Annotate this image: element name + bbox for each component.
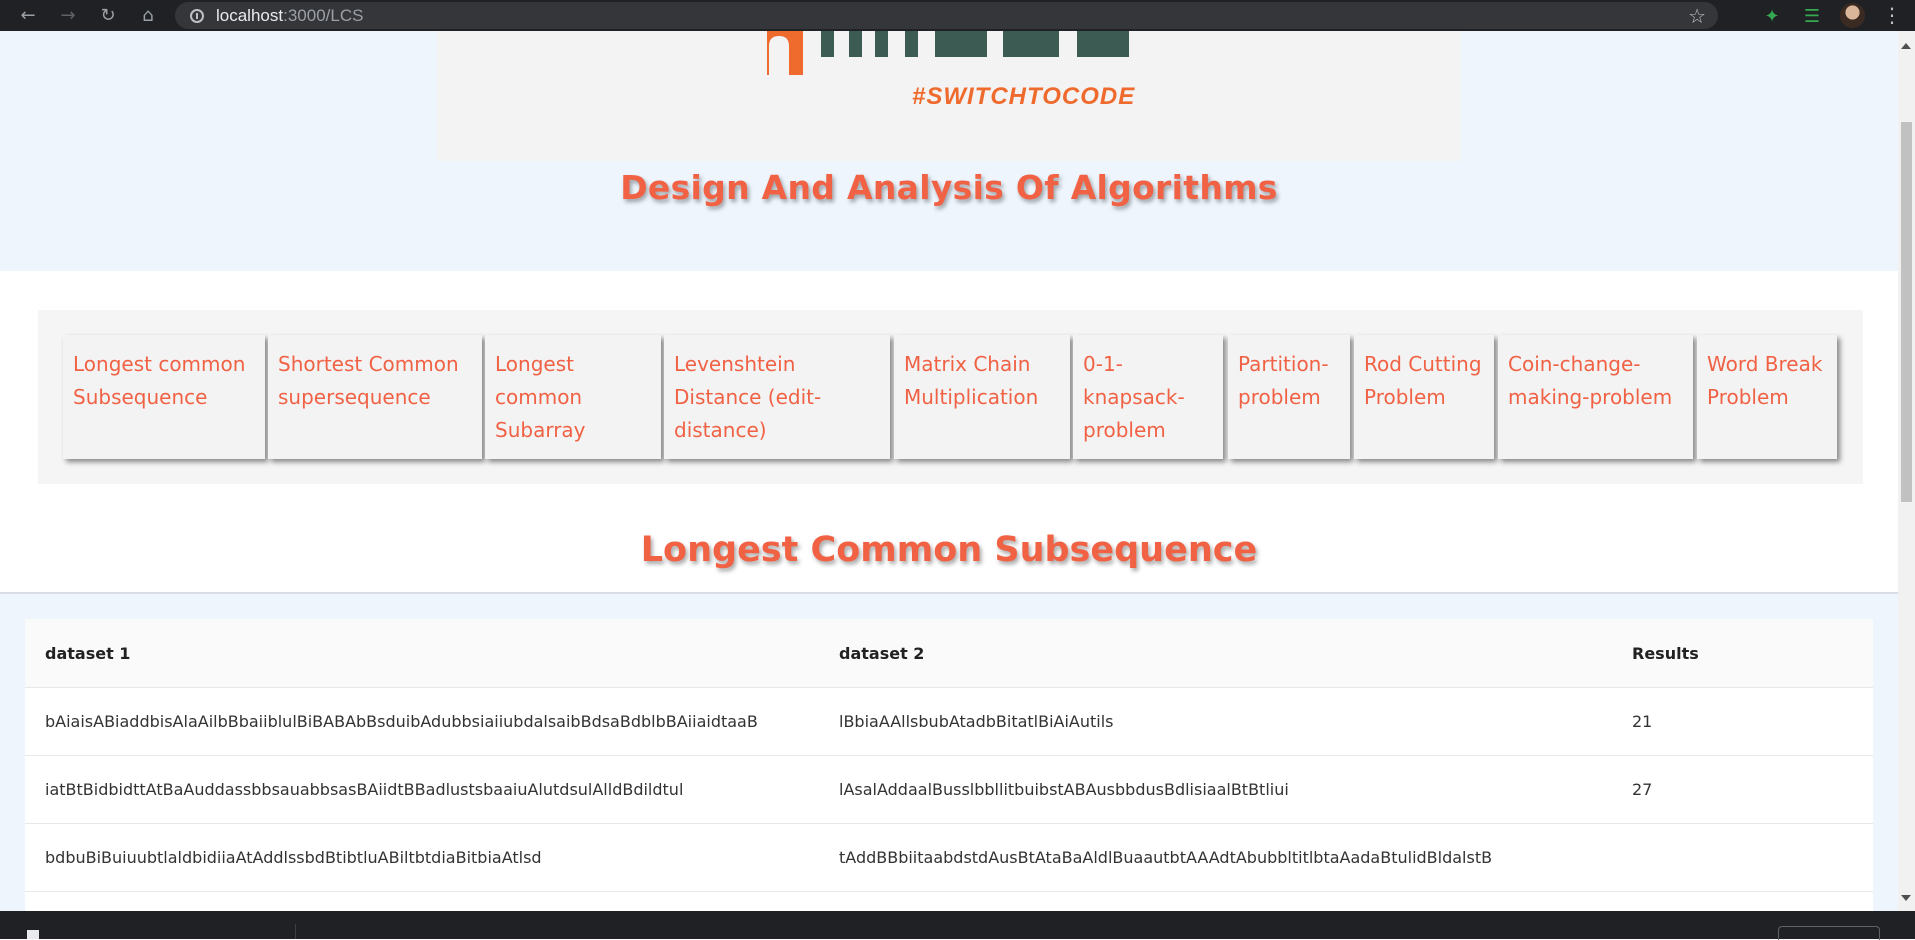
nav-item-rod-cutting[interactable]: Rod Cutting Problem xyxy=(1354,335,1494,459)
url-host: localhost xyxy=(216,5,284,25)
bottom-bar-button[interactable] xyxy=(1778,926,1880,940)
row-2-dataset-1: iatBtBidbidttAtBaAuddassbbsauabbsasBAiid… xyxy=(45,780,684,799)
row-divider xyxy=(25,755,1873,756)
row-1-result: 21 xyxy=(1632,712,1653,731)
row-1-dataset-2: lBbiaAAllsbubAtadbBitatlBiAiAutils xyxy=(839,712,1114,731)
nav-item-coin-change[interactable]: Coin-change-making-problem xyxy=(1498,335,1693,459)
page-content: #SWITCHTOCODE Design And Analysis Of Alg… xyxy=(0,31,1898,911)
nav-item-longest-common-subarray[interactable]: Longest common Subarray xyxy=(485,335,661,459)
bottom-bar xyxy=(0,911,1915,939)
back-arrow-icon[interactable]: ← xyxy=(8,0,48,31)
row-1-dataset-1: bAiaisABiaddbisAlaAilbBbaiiblulBiBABAbBs… xyxy=(45,712,758,731)
column-header-dataset-2: dataset 2 xyxy=(839,644,925,663)
forward-arrow-icon[interactable]: → xyxy=(48,0,88,31)
bottom-bar-divider xyxy=(295,924,296,939)
info-icon[interactable] xyxy=(190,8,204,23)
nav-item-longest-common-subsequence[interactable]: Longest common Subsequence xyxy=(63,335,265,459)
url-path: :3000/LCS xyxy=(283,5,364,25)
page-title: Design And Analysis Of Algorithms xyxy=(620,168,1278,207)
nav-item-word-break[interactable]: Word Break Problem xyxy=(1697,335,1837,459)
avatar[interactable] xyxy=(1840,3,1865,28)
reload-icon[interactable]: ↻ xyxy=(88,0,128,31)
logo-tagline: #SWITCHTOCODE xyxy=(912,83,1136,110)
section-title: Longest Common Subsequence xyxy=(640,530,1258,570)
bottom-bar-glyph xyxy=(27,930,39,939)
nav-item-knapsack[interactable]: 0-1-knapsack-problem xyxy=(1073,335,1223,459)
row-2-result: 27 xyxy=(1632,780,1653,799)
row-divider xyxy=(25,823,1873,824)
row-divider xyxy=(25,891,1873,892)
row-3-dataset-2: tAddBBbiitaabdstdAusBtAtaBaAldlBuaautbtA… xyxy=(839,848,1493,867)
nav-item-shortest-common-supersequence[interactable]: Shortest Common supersequence xyxy=(268,335,482,459)
star-icon[interactable]: ☆ xyxy=(1688,4,1706,28)
address-bar[interactable]: localhost:3000/LCS ☆ xyxy=(175,2,1718,29)
column-header-dataset-1: dataset 1 xyxy=(45,644,131,663)
home-icon[interactable]: ⌂ xyxy=(128,0,168,31)
menu-dots-icon[interactable]: ⋮ xyxy=(1882,3,1902,27)
scroll-down-arrow-icon[interactable] xyxy=(1901,895,1911,901)
logo: #SWITCHTOCODE xyxy=(437,31,1461,161)
scrollbar-thumb[interactable] xyxy=(1901,122,1912,502)
nav-item-levenshtein-distance[interactable]: Levenshtein Distance (edit-distance) xyxy=(664,335,890,459)
row-3-dataset-1: bdbuBiBuiuubtlaldbidiiaAtAddlssbdBtibtlu… xyxy=(45,848,542,867)
scroll-up-arrow-icon[interactable] xyxy=(1901,43,1911,49)
row-2-dataset-2: lAsalAddaalBusslbbllitbuibstABAusbbdusBd… xyxy=(839,780,1289,799)
table-header xyxy=(25,619,1873,688)
puzzle-icon[interactable]: ✦ xyxy=(1760,4,1784,28)
media-icon[interactable]: ☰ xyxy=(1800,4,1824,28)
nav-item-partition-problem[interactable]: Partition-problem xyxy=(1228,335,1350,459)
nav-item-matrix-chain-multiplication[interactable]: Matrix Chain Multiplication xyxy=(894,335,1070,459)
column-header-results: Results xyxy=(1632,644,1699,663)
